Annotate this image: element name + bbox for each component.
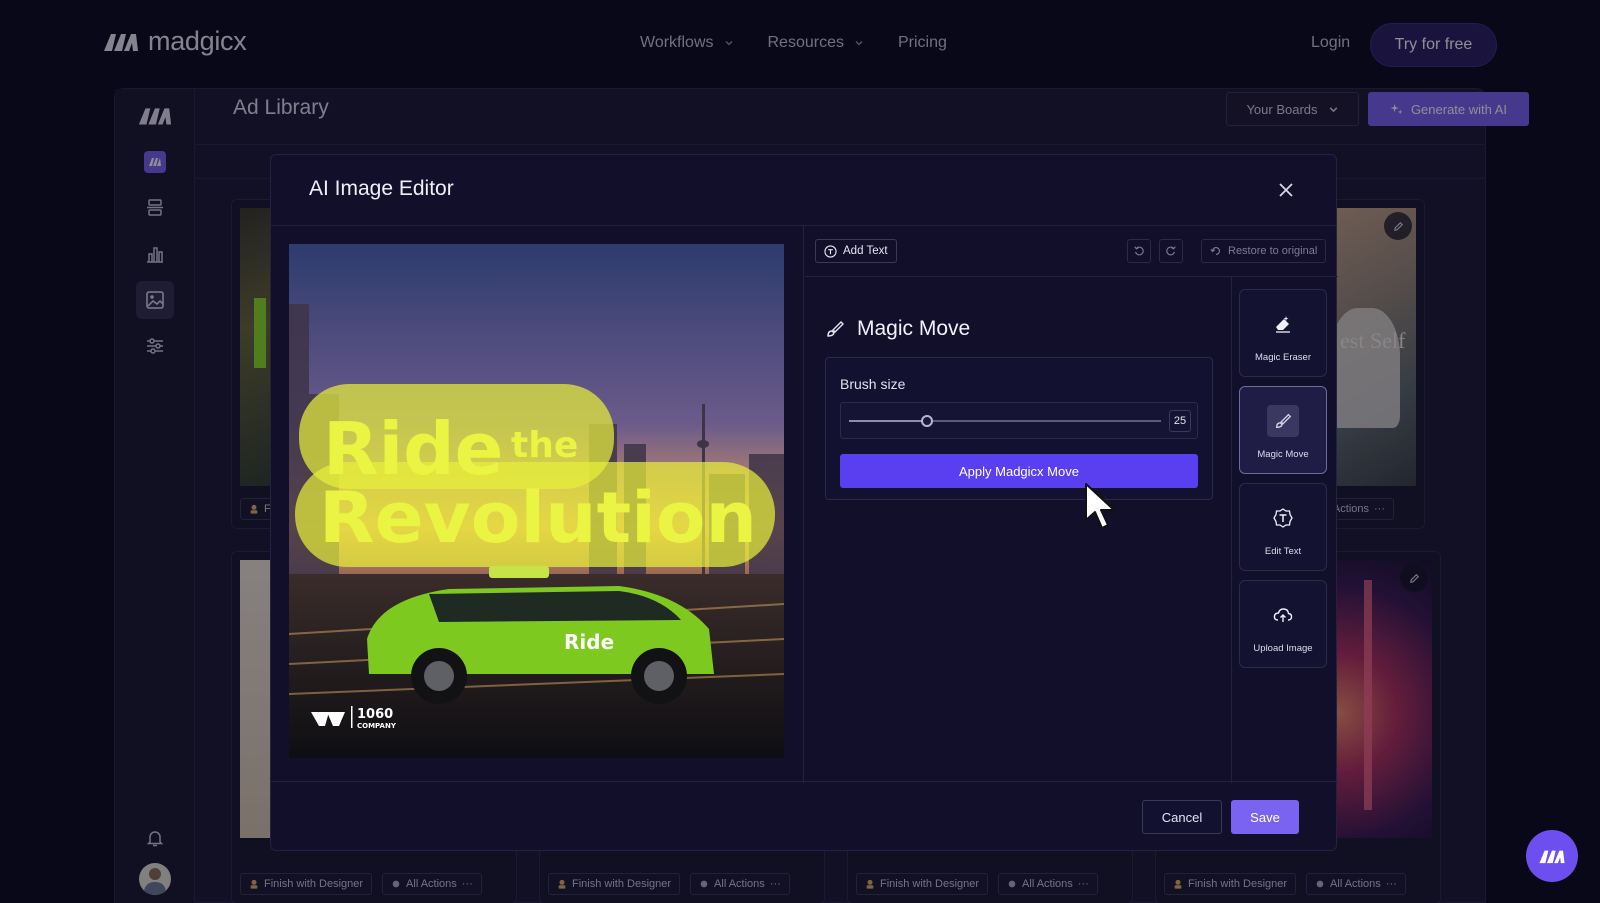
ad-image: Ride the Revolution Ride 1060 COMPANY — [289, 244, 784, 758]
modal-header: AI Image Editor — [271, 155, 1336, 226]
modal-footer: Cancel Save — [271, 781, 1338, 850]
add-text-button[interactable]: Add Text — [815, 239, 897, 263]
save-button[interactable]: Save — [1231, 800, 1299, 834]
tool-label: Magic Move — [1257, 449, 1309, 460]
brush-size-box: Brush size 25 Apply Madgicx Move — [825, 357, 1213, 500]
modal-title: AI Image Editor — [309, 177, 454, 200]
cloud-upload-icon — [1267, 599, 1299, 631]
brush-size-label: Brush size — [840, 376, 906, 392]
help-chat-button[interactable] — [1526, 830, 1578, 882]
restore-to-original-button[interactable]: Restore to original — [1201, 239, 1327, 263]
brush-size-slider[interactable]: 25 — [840, 402, 1198, 439]
ai-image-editor-modal: AI Image Editor Ride the Revolution Ride… — [270, 154, 1338, 851]
ad-headline-line2: the — [511, 425, 578, 466]
ad-image-canvas[interactable]: Ride the Revolution Ride 1060 COMPANY — [289, 244, 784, 758]
tool-label: Edit Text — [1264, 546, 1302, 557]
image-canvas-area: Ride the Revolution Ride 1060 COMPANY — [271, 226, 804, 783]
add-text-label: Add Text — [843, 245, 888, 257]
tool-magic-move[interactable]: Magic Move — [1239, 386, 1327, 474]
undo-icon — [1134, 246, 1144, 256]
redo-icon — [1166, 246, 1176, 256]
brush-icon — [827, 321, 844, 337]
tool-upload-image[interactable]: Upload Image — [1239, 580, 1327, 668]
editor-toolbar: Add Text Restore to original — [805, 226, 1338, 277]
mouse-cursor-icon — [1085, 483, 1115, 529]
edit-text-icon — [1267, 502, 1299, 534]
logo-line1: 1060 — [357, 707, 393, 722]
slider-fill — [849, 420, 927, 422]
tool-edit-text[interactable]: Edit Text — [1239, 483, 1327, 571]
panel-title: Magic Move — [825, 317, 970, 341]
brush-icon — [1267, 405, 1299, 437]
add-text-icon — [824, 244, 837, 258]
tool-label: Magic Eraser — [1255, 352, 1311, 363]
slider-thumb[interactable] — [921, 415, 933, 427]
tool-magic-eraser[interactable]: Magic Eraser — [1239, 289, 1327, 377]
madgicx-logo-icon — [1539, 850, 1565, 863]
ad-headline-line3: Revolution — [319, 477, 757, 559]
logo-line2: COMPANY — [357, 722, 397, 730]
tool-label: Upload Image — [1253, 643, 1313, 654]
eraser-icon — [1267, 308, 1299, 340]
slider-track — [849, 415, 1161, 427]
restore-icon — [1210, 247, 1220, 255]
brush-size-value[interactable]: 25 — [1169, 410, 1191, 432]
apply-madgicx-move-button[interactable]: Apply Madgicx Move — [840, 454, 1198, 488]
tool-settings-panel: Magic Move Brush size 25 Apply Madgicx M… — [805, 277, 1232, 783]
car-door-text: Ride — [564, 630, 614, 654]
undo-button[interactable] — [1127, 239, 1151, 263]
close-icon[interactable] — [1275, 179, 1297, 201]
panel-title-text: Magic Move — [857, 317, 971, 340]
restore-label: Restore to original — [1228, 245, 1318, 257]
cancel-button[interactable]: Cancel — [1142, 800, 1222, 834]
redo-button[interactable] — [1159, 239, 1183, 263]
